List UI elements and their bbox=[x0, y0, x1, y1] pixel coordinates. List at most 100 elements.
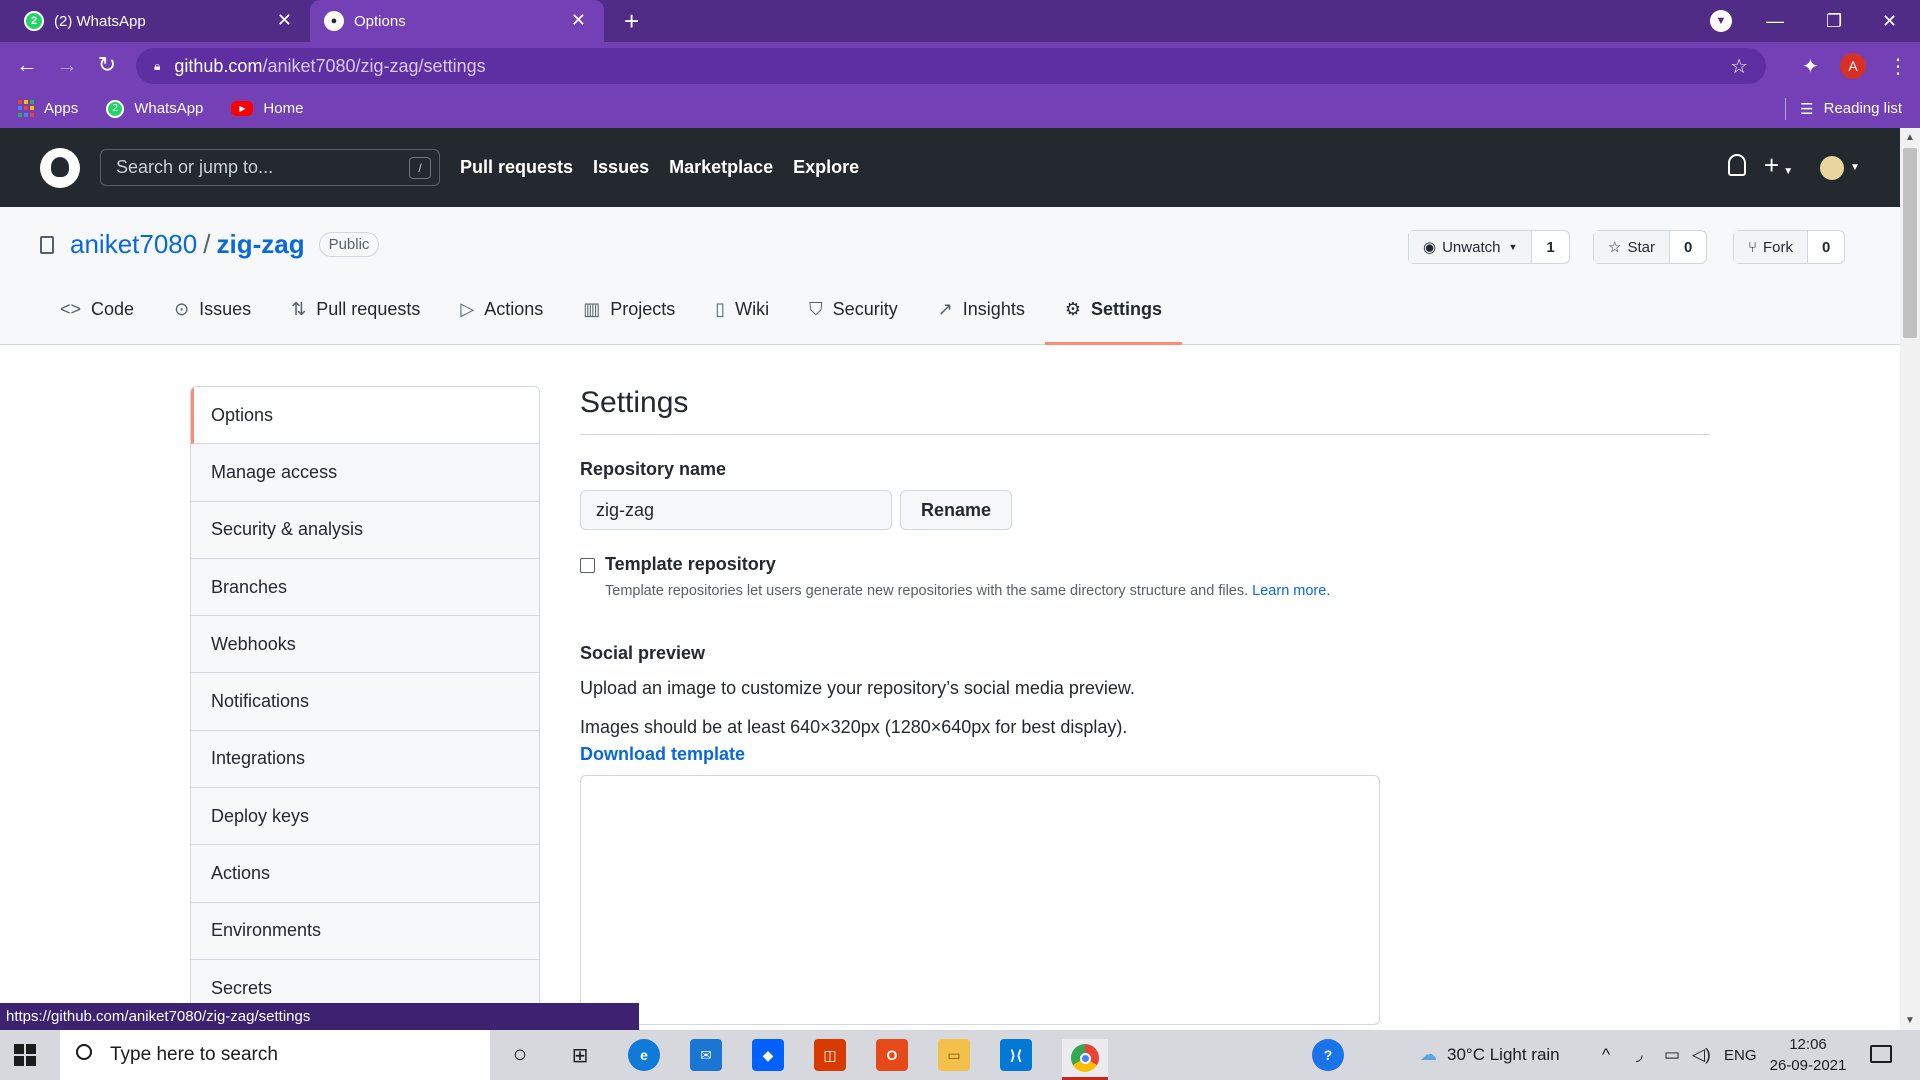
sidebar-item-integrations[interactable]: Integrations bbox=[191, 731, 539, 789]
fork-button-group[interactable]: ⑂ Fork 0 bbox=[1733, 230, 1846, 264]
bookmark-star-icon[interactable]: ☆ bbox=[1730, 54, 1748, 79]
tab-security[interactable]: ⛉ Security bbox=[789, 274, 918, 344]
dropbox-icon[interactable]: ◆ bbox=[752, 1039, 784, 1071]
office-icon[interactable]: O bbox=[876, 1039, 908, 1071]
restore-button[interactable]: ❐ bbox=[1826, 0, 1842, 42]
tab-issues[interactable]: ⊙ Issues bbox=[154, 274, 271, 344]
search-input[interactable]: Search or jump to... / bbox=[100, 149, 440, 186]
nav-marketplace[interactable]: Marketplace bbox=[669, 157, 773, 178]
help-icon[interactable]: ? bbox=[1312, 1039, 1344, 1071]
unwatch-button[interactable]: ◉ Unwatch ▼ bbox=[1409, 231, 1533, 263]
fork-button[interactable]: ⑂ Fork bbox=[1734, 231, 1809, 263]
repo-name-input[interactable]: zig-zag bbox=[580, 490, 892, 530]
reading-list-icon: ☰ bbox=[1800, 100, 1814, 118]
social-preview-dropzone[interactable] bbox=[580, 775, 1380, 1025]
star-button-group[interactable]: ☆ Star 0 bbox=[1593, 230, 1708, 264]
mail-icon[interactable]: ✉ bbox=[690, 1039, 722, 1071]
sidebar-item-deploy-keys[interactable]: Deploy keys bbox=[191, 788, 539, 846]
watch-button-group[interactable]: ◉ Unwatch ▼ 1 bbox=[1408, 230, 1570, 264]
file-explorer-icon[interactable]: ▭ bbox=[938, 1039, 970, 1071]
bookmark-apps[interactable]: Apps bbox=[18, 99, 78, 118]
office-app-icon[interactable]: ◫ bbox=[814, 1039, 846, 1071]
sidebar-item-environments[interactable]: Environments bbox=[191, 903, 539, 960]
new-tab-button[interactable]: + bbox=[624, 6, 639, 37]
bookmark-home[interactable]: ▶ Home bbox=[231, 100, 303, 117]
repo-name-link[interactable]: zig-zag bbox=[216, 229, 304, 260]
scroll-up-icon[interactable]: ▲ bbox=[1905, 132, 1915, 143]
repo-icon bbox=[40, 235, 54, 254]
wifi-icon[interactable]: ◞ bbox=[1636, 1030, 1643, 1080]
nav-pull-requests[interactable]: Pull requests bbox=[460, 157, 573, 178]
taskbar-search-input[interactable]: Type here to search bbox=[60, 1030, 490, 1080]
bell-icon[interactable] bbox=[1728, 154, 1746, 176]
star-count[interactable]: 0 bbox=[1669, 231, 1707, 263]
address-bar[interactable]: 🔒︎ github.com/aniket7080/zig-zag/setting… bbox=[136, 48, 1766, 84]
sidebar-item-branches[interactable]: Branches bbox=[191, 559, 539, 617]
nav-issues[interactable]: Issues bbox=[593, 157, 649, 178]
sidebar-item-security-analysis[interactable]: Security & analysis bbox=[191, 502, 539, 559]
battery-icon[interactable]: ▭ bbox=[1664, 1030, 1680, 1080]
clock[interactable]: 12:06 26-09-2021 bbox=[1766, 1034, 1850, 1076]
chrome-icon[interactable] bbox=[1062, 1039, 1108, 1080]
star-button[interactable]: ☆ Star bbox=[1594, 231, 1670, 263]
scroll-down-icon[interactable]: ▼ bbox=[1905, 1015, 1915, 1026]
tab-code[interactable]: <> Code bbox=[40, 274, 154, 344]
close-window-button[interactable]: ✕ bbox=[1882, 0, 1897, 42]
weather-widget[interactable]: ☁ 30°C Light rain bbox=[1420, 1030, 1560, 1080]
sidebar-item-actions[interactable]: Actions bbox=[191, 845, 539, 903]
tab-whatsapp[interactable]: 2 (2) WhatsApp ✕ bbox=[0, 0, 310, 42]
minimize-button[interactable]: — bbox=[1766, 0, 1784, 42]
tab-title: (2) WhatsApp bbox=[54, 12, 146, 30]
edge-icon[interactable]: e bbox=[628, 1039, 660, 1071]
close-icon[interactable]: ✕ bbox=[277, 10, 292, 31]
tab-insights[interactable]: ↗ Insights bbox=[918, 274, 1045, 344]
tab-settings[interactable]: ⚙ Settings bbox=[1044, 274, 1183, 345]
reading-list-button[interactable]: ☰ Reading list bbox=[1785, 89, 1902, 128]
repo-owner-link[interactable]: aniket7080 bbox=[70, 229, 197, 260]
back-button[interactable]: ← bbox=[12, 50, 42, 80]
profile-avatar[interactable]: A bbox=[1840, 53, 1866, 79]
sidebar-item-options[interactable]: Options bbox=[191, 387, 539, 445]
windows-start-icon[interactable] bbox=[14, 1044, 36, 1066]
github-logo-icon[interactable] bbox=[40, 148, 80, 188]
page-scrollbar[interactable]: ▲ ▼ bbox=[1900, 128, 1920, 1030]
tab-options[interactable]: ● Options ✕ bbox=[310, 0, 604, 42]
tab-wiki[interactable]: ▯ Wiki bbox=[695, 274, 789, 344]
tab-search-icon[interactable]: ▼ bbox=[1710, 10, 1732, 32]
scrollbar-thumb[interactable] bbox=[1903, 148, 1917, 338]
language-indicator[interactable]: ENG bbox=[1724, 1030, 1757, 1080]
note-text: Template repositories let users generate… bbox=[605, 583, 1249, 599]
download-template-link[interactable]: Download template bbox=[580, 744, 1710, 765]
tab-label: Projects bbox=[610, 298, 676, 319]
tab-projects[interactable]: ▥ Projects bbox=[563, 274, 695, 344]
template-repo-checkbox[interactable] bbox=[580, 558, 595, 573]
menu-kebab-icon[interactable]: ⋮ bbox=[1888, 54, 1908, 79]
search-placeholder: Search or jump to... bbox=[116, 157, 274, 177]
sidebar-item-manage-access[interactable]: Manage access bbox=[191, 444, 539, 502]
close-icon[interactable]: ✕ bbox=[571, 10, 586, 31]
sidebar-item-webhooks[interactable]: Webhooks bbox=[191, 616, 539, 674]
create-new-button[interactable]: + ▼ bbox=[1764, 150, 1793, 181]
volume-icon[interactable]: ◁) bbox=[1692, 1030, 1711, 1080]
task-view-icon[interactable]: ⊞ bbox=[564, 1039, 596, 1071]
reload-button[interactable]: ↻ bbox=[92, 50, 122, 80]
extensions-icon[interactable]: ✦ bbox=[1802, 54, 1819, 79]
sidebar-item-notifications[interactable]: Notifications bbox=[191, 673, 539, 731]
nav-explore[interactable]: Explore bbox=[793, 157, 859, 178]
notification-icon[interactable] bbox=[1870, 1045, 1892, 1063]
fork-count[interactable]: 0 bbox=[1808, 231, 1845, 263]
template-repo-label[interactable]: Template repository bbox=[605, 554, 1330, 575]
cortana-icon[interactable]: ○ bbox=[504, 1039, 536, 1071]
caret-down-icon[interactable]: ▼ bbox=[1850, 162, 1860, 173]
forward-button[interactable]: → bbox=[52, 50, 82, 80]
lock-icon[interactable]: 🔒︎ bbox=[154, 59, 160, 74]
rename-button[interactable]: Rename bbox=[900, 490, 1013, 530]
learn-more-link[interactable]: Learn more. bbox=[1252, 583, 1330, 599]
watch-count[interactable]: 1 bbox=[1532, 231, 1569, 263]
vscode-icon[interactable]: ⟩⟨ bbox=[1000, 1039, 1032, 1071]
user-avatar[interactable] bbox=[1820, 156, 1844, 180]
chevron-up-icon[interactable]: ^ bbox=[1602, 1030, 1610, 1080]
bookmark-whatsapp[interactable]: 2 WhatsApp bbox=[106, 99, 203, 118]
tab-actions[interactable]: ▷ Actions bbox=[440, 274, 563, 344]
tab-pull-requests[interactable]: ⇅ Pull requests bbox=[271, 274, 440, 344]
